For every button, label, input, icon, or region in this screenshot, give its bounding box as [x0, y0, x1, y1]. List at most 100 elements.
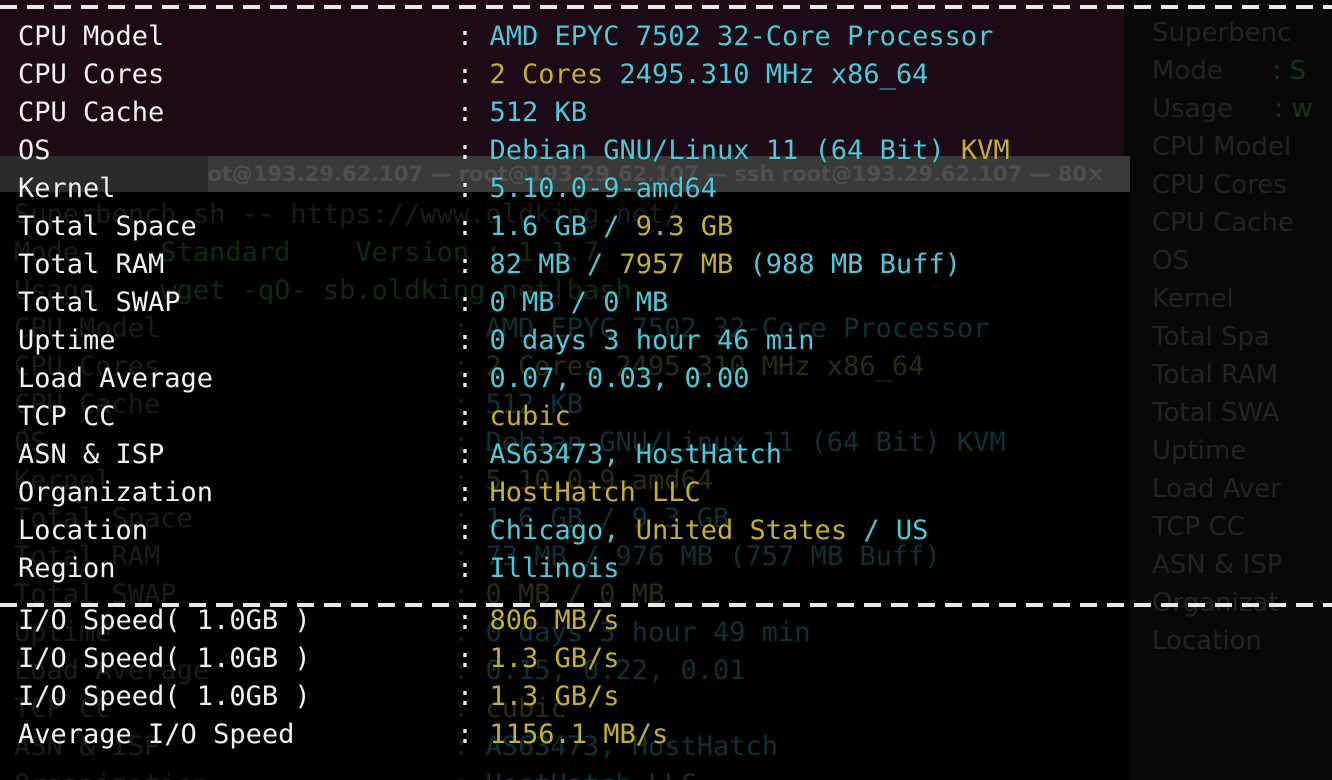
row-separator: :: [456, 439, 474, 470]
row-value: Debian GNU/Linux 11 (64 Bit): [489, 135, 961, 166]
right-window-row: Mode : S: [1152, 56, 1306, 86]
row-label: Kernel: [18, 173, 116, 204]
output-row: Total RAM : 82 MB / 7957 MB (988 MB Buff…: [18, 246, 961, 284]
right-window-row: Total Spa: [1152, 322, 1270, 352]
row-separator: :: [456, 553, 474, 584]
output-row: Average I/O Speed : 1156.1 MB/s: [18, 716, 668, 754]
row-separator: :: [456, 681, 474, 712]
output-row: Uptime : 0 days 3 hour 46 min: [18, 322, 815, 360]
row-value: 1156.1 MB/s: [489, 719, 669, 750]
row-label: Uptime: [18, 325, 116, 356]
output-row: Location : Chicago, United States / US: [18, 512, 928, 550]
right-window-row: Superbenc: [1152, 18, 1292, 48]
right-window-row: Uptime: [1152, 436, 1247, 466]
output-row: I/O Speed( 1.0GB ) : 806 MB/s: [18, 602, 620, 640]
row-label: Region: [18, 553, 116, 584]
divider-middle: [0, 603, 1332, 607]
right-background-window[interactable]: Superbenc Mode : S Usage : w CPU Model CPU…: [1124, 0, 1332, 780]
row-value: AS63473, HostHatch: [489, 439, 783, 470]
row-value: United States: [635, 515, 864, 546]
right-window-row: Usage : w: [1152, 94, 1313, 124]
row-separator: :: [456, 477, 474, 508]
right-window-row: Load Aver: [1152, 474, 1281, 504]
divider-top: [0, 5, 1332, 9]
output-row: I/O Speed( 1.0GB ) : 1.3 GB/s: [18, 678, 620, 716]
row-label: I/O Speed( 1.0GB ): [18, 643, 311, 674]
row-value: 512 KB: [489, 97, 587, 128]
output-row: CPU Cache : 512 KB: [18, 94, 587, 132]
row-separator: :: [456, 211, 474, 242]
output-row: CPU Model : AMD EPYC 7502 32-Core Proces…: [18, 18, 993, 56]
row-value: 1.3 GB/s: [489, 643, 620, 674]
row-value: 82 MB /: [489, 249, 620, 280]
right-window-row: CPU Cores: [1152, 170, 1287, 200]
row-value: 1.6 GB /: [489, 211, 636, 242]
row-separator: :: [456, 719, 474, 750]
row-value: Illinois: [489, 553, 620, 584]
row-separator: :: [456, 363, 474, 394]
row-value: 806 MB/s: [489, 605, 620, 636]
row-separator: :: [456, 605, 474, 636]
row-separator: :: [456, 325, 474, 356]
row-value: HostHatch LLC: [489, 477, 701, 508]
row-separator: :: [456, 287, 474, 318]
output-row: Load Average : 0.07, 0.03, 0.00: [18, 360, 750, 398]
row-value: / US: [863, 515, 929, 546]
row-value: 5.10.0-9-amd64: [489, 173, 718, 204]
right-window-row: Total RAM: [1152, 360, 1279, 390]
right-window-row: ASN & ISP: [1152, 550, 1283, 580]
row-separator: :: [456, 515, 474, 546]
row-label: Total RAM: [18, 249, 165, 280]
row-label: ASN & ISP: [18, 439, 165, 470]
output-row: Organization : HostHatch LLC: [18, 474, 701, 512]
row-value: 2 Cores: [489, 59, 620, 90]
row-separator: :: [456, 59, 474, 90]
row-label: Total Space: [18, 211, 197, 242]
right-window-row: Location: [1152, 626, 1262, 656]
output-row: Kernel : 5.10.0-9-amd64: [18, 170, 717, 208]
right-window-row: TCP CC: [1152, 512, 1245, 542]
output-row: CPU Cores : 2 Cores 2495.310 MHz x86_64: [18, 56, 928, 94]
row-value: 1.3 GB/s: [489, 681, 620, 712]
row-value: (988 MB Buff): [749, 249, 961, 280]
row-value: 0 MB / 0 MB: [489, 287, 669, 318]
row-label: I/O Speed( 1.0GB ): [18, 681, 311, 712]
output-row: Total SWAP : 0 MB / 0 MB: [18, 284, 668, 322]
row-separator: :: [456, 135, 474, 166]
row-separator: :: [456, 21, 474, 52]
row-label: TCP CC: [18, 401, 116, 432]
output-row: Region : Illinois: [18, 550, 620, 588]
output-row: Total Space : 1.6 GB / 9.3 GB: [18, 208, 733, 246]
output-row: I/O Speed( 1.0GB ) : 1.3 GB/s: [18, 640, 620, 678]
row-label: I/O Speed( 1.0GB ): [18, 605, 311, 636]
output-row: TCP CC : cubic: [18, 398, 571, 436]
row-label: OS: [18, 135, 51, 166]
row-separator: :: [456, 173, 474, 204]
row-value: 0.07, 0.03, 0.00: [489, 363, 750, 394]
row-value: AMD EPYC 7502 32-Core Processor: [489, 21, 994, 52]
right-window-row: OS: [1152, 246, 1189, 276]
right-window-row: CPU Cache: [1152, 208, 1294, 238]
row-label: CPU Model: [18, 21, 165, 52]
right-window-row: Kernel: [1152, 284, 1234, 314]
row-label: CPU Cache: [18, 97, 165, 128]
row-separator: :: [456, 643, 474, 674]
row-label: Organization: [18, 477, 214, 508]
row-separator: :: [456, 97, 474, 128]
right-window-row: CPU Model: [1152, 132, 1292, 162]
row-value: KVM: [960, 135, 1010, 166]
superbench-output-lines: CPU Model : AMD EPYC 7502 32-Core Proces…: [0, 0, 1124, 780]
row-label: Load Average: [18, 363, 214, 394]
output-row: OS : Debian GNU/Linux 11 (64 Bit) KVM: [18, 132, 1010, 170]
row-value: cubic: [489, 401, 571, 432]
right-window-row: Total SWA: [1152, 398, 1280, 428]
row-label: Average I/O Speed: [18, 719, 295, 750]
row-separator: :: [456, 249, 474, 280]
row-label: Location: [18, 515, 149, 546]
row-value: 0 days 3 hour 46 min: [489, 325, 815, 356]
foreground-terminal-window[interactable]: CPU Model : AMD EPYC 7502 32-Core Proces…: [0, 0, 1124, 780]
row-value: 9.3 GB: [635, 211, 734, 242]
output-row: ASN & ISP : AS63473, HostHatch: [18, 436, 782, 474]
row-label: CPU Cores: [18, 59, 165, 90]
row-value: Chicago,: [489, 515, 636, 546]
